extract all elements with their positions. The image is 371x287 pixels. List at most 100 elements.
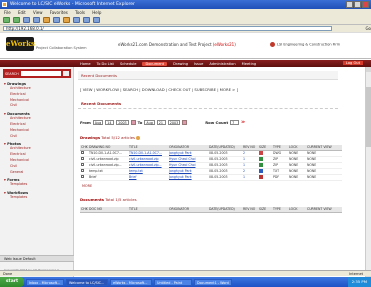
nav-drawing[interactable]: Drawing — [173, 62, 188, 66]
print-icon[interactable] — [93, 17, 100, 23]
from-day-select[interactable]: 14 — [105, 119, 115, 125]
nav-issue[interactable]: Issue — [194, 62, 203, 66]
sidebar-search-input[interactable] — [20, 71, 61, 76]
start-button[interactable]: start — [0, 277, 24, 287]
go-button[interactable]: Go — [365, 26, 371, 31]
back-icon[interactable] — [3, 17, 10, 23]
drawings-total-prefix: Total — [101, 135, 111, 140]
drawings-total: 5/12 articles — [111, 135, 136, 140]
pdf-file-icon — [259, 174, 263, 179]
sidebar-footer-link[interactable]: Web Issue Default — [0, 255, 74, 262]
nav-schedule[interactable]: Schedule — [120, 62, 137, 66]
calendar-icon[interactable] — [130, 119, 136, 125]
rowcount-select[interactable]: 7 — [230, 119, 240, 125]
row-checkbox[interactable] — [81, 175, 84, 178]
scroll-thumb[interactable] — [366, 87, 371, 147]
home-icon[interactable] — [43, 17, 50, 23]
col-chk[interactable]: CHK — [80, 207, 88, 213]
mail-icon[interactable] — [83, 17, 90, 23]
search-label: SEARCH — [5, 71, 19, 76]
to-day-select[interactable]: 21 — [156, 119, 166, 125]
tree-item[interactable]: Templates — [4, 182, 73, 188]
logout-button[interactable]: Log Out — [342, 61, 363, 65]
col-type[interactable]: TYPE — [272, 207, 288, 213]
close-button[interactable] — [362, 1, 369, 8]
col-lock[interactable]: LOCK — [288, 207, 306, 213]
stop-icon[interactable] — [23, 17, 30, 23]
filter-go-button[interactable]: ≫ — [241, 119, 247, 125]
minimize-button[interactable] — [346, 1, 353, 8]
menu-help[interactable]: Help — [92, 10, 101, 15]
status-text: Done — [3, 272, 13, 276]
eworks-logo[interactable]: eWorks — [6, 37, 35, 51]
menu-view[interactable]: View — [33, 10, 43, 15]
taskbar-item[interactable]: Welcome to LC/SIC... — [66, 278, 108, 286]
nav-administration[interactable]: Administration — [209, 62, 235, 66]
col-date[interactable]: DATE(UPDATED) — [208, 207, 242, 213]
project-name: eWorks21.com Demonstration and Test Proj… — [118, 42, 212, 47]
favorites-icon[interactable] — [63, 17, 70, 23]
col-title[interactable]: TITLE — [128, 207, 168, 213]
taskbar-item[interactable]: Inbox - Microsoft... — [26, 278, 64, 286]
main-content: Recent Documents [ VIEW | WORKFLOW | SEA… — [74, 67, 371, 278]
history-icon[interactable] — [73, 17, 80, 23]
scroll-up-icon[interactable] — [366, 67, 371, 72]
cell-title-link[interactable]: Brief — [128, 174, 168, 181]
table-row[interactable]: Brief Brief Jonghyuk Park 08-05-2003 1 P… — [80, 174, 342, 181]
from-year-select[interactable]: 2003 — [116, 119, 129, 125]
address-input[interactable]: http://192.168.0.1/ — [3, 26, 333, 31]
tree-item[interactable]: General — [4, 170, 73, 176]
taskbar-item[interactable]: eWorks - Microsoft... — [110, 278, 152, 286]
row-checkbox[interactable] — [81, 157, 84, 160]
row-checkbox[interactable] — [81, 163, 84, 166]
col-current-view[interactable]: CURRENT VIEW — [306, 207, 342, 213]
page-scrollbar[interactable] — [365, 67, 371, 278]
search-icon[interactable] — [53, 17, 60, 23]
window-controls — [346, 1, 369, 8]
col-originator[interactable]: ORIGINATOR — [168, 207, 208, 213]
menu-favorites[interactable]: Favorites — [50, 10, 68, 15]
cell-date: 08-05-2003 — [208, 174, 242, 181]
forward-icon[interactable] — [13, 17, 20, 23]
cell-originator[interactable]: Jonghyuk Park — [168, 174, 208, 181]
menu-edit[interactable]: Edit — [18, 10, 26, 15]
menu-tools[interactable]: Tools — [75, 10, 85, 15]
tree-item[interactable]: Civil — [4, 103, 73, 109]
maximize-button[interactable] — [354, 1, 361, 8]
cell-rev[interactable]: 1 — [242, 174, 258, 181]
sidebar-search: SEARCH — [3, 69, 71, 78]
col-size[interactable]: SIZE — [258, 207, 272, 213]
tree-item[interactable]: Templates — [4, 195, 73, 201]
row-checkbox[interactable] — [81, 169, 84, 172]
from-month-select[interactable]: Aug — [92, 119, 104, 125]
col-rev[interactable]: REV NO — [242, 207, 258, 213]
drawings-more-link[interactable]: MORE — [82, 184, 92, 188]
menu-file[interactable]: File — [4, 10, 11, 15]
table-header-row: CHK DOC NO TITLE ORIGINATOR DATE(UPDATED… — [80, 207, 342, 213]
nav-meeting[interactable]: Meeting — [242, 62, 257, 66]
drawings-label: Drawings — [80, 135, 101, 140]
row-checkbox[interactable] — [81, 151, 84, 154]
taskbar-item[interactable]: Untitled - Paint — [154, 278, 192, 286]
refresh-icon[interactable] — [33, 17, 40, 23]
nav-document[interactable]: Document — [142, 61, 168, 66]
section-title: Recent Documents — [78, 101, 338, 109]
nav-todo[interactable]: To Do List — [97, 62, 114, 66]
status-bar: Done Internet — [0, 270, 371, 276]
nav-home[interactable]: Home — [80, 62, 91, 66]
cell-lock: NONE — [288, 174, 306, 181]
tree-item[interactable]: Civil — [4, 134, 73, 140]
rowcount-label: Row Count — [205, 119, 229, 125]
to-year-select[interactable]: 2003 — [167, 119, 181, 125]
action-links[interactable]: [ VIEW | WORKFLOW | SEARCH | DOWNLOAD | … — [80, 87, 238, 92]
documents-table: CHK DOC NO TITLE ORIGINATOR DATE(UPDATED… — [80, 207, 342, 213]
cell-current-view: NONE — [306, 174, 342, 181]
calendar-icon[interactable] — [182, 119, 188, 125]
folder-tree: Drawings Architecture Electrical Mechani… — [0, 82, 73, 201]
sidebar-search-button[interactable] — [63, 71, 69, 76]
col-doc-no[interactable]: DOC NO — [88, 207, 128, 213]
to-month-select[interactable]: Aug — [144, 119, 155, 125]
taskbar-item[interactable]: Document1 - Word — [194, 278, 232, 286]
sidebar: SEARCH Drawings Architecture Electrical … — [0, 67, 74, 278]
browser-toolbar — [0, 16, 371, 25]
